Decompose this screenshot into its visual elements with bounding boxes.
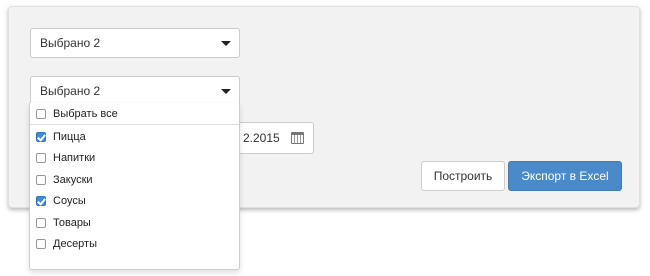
option-checkbox[interactable] <box>36 239 46 249</box>
dropdown-option[interactable]: Десерты <box>30 234 239 254</box>
option-label: Десерты <box>53 238 98 250</box>
chevron-down-icon <box>221 89 231 94</box>
option-label: Закуски <box>53 174 93 186</box>
dropdown-option[interactable]: Пицца <box>30 127 239 147</box>
option-checkbox[interactable] <box>36 196 46 206</box>
category-select-2[interactable]: Выбрано 2 <box>30 76 240 106</box>
option-label: Пицца <box>53 131 86 143</box>
calendar-icon[interactable] <box>291 132 304 144</box>
date-value: 2.2015 <box>243 131 280 145</box>
build-button[interactable]: Построить <box>421 161 505 191</box>
export-excel-button[interactable]: Экспорт в Excel <box>508 161 622 191</box>
option-label: Товары <box>53 217 91 229</box>
date-field[interactable]: 2.2015 <box>231 122 314 154</box>
divider <box>30 124 239 125</box>
dropdown-option[interactable]: Соусы <box>30 191 239 211</box>
category-dropdown-menu: Выбрать все Пицца Напитки Закуски Соусы … <box>29 103 240 270</box>
option-checkbox[interactable] <box>36 153 46 163</box>
category-select-1[interactable]: Выбрано 2 <box>30 28 240 58</box>
option-label: Напитки <box>53 152 96 164</box>
option-label: Выбрать все <box>53 108 118 120</box>
select-value: Выбрано 2 <box>40 36 101 50</box>
option-checkbox[interactable] <box>36 218 46 228</box>
option-label: Соусы <box>53 195 86 207</box>
dropdown-option[interactable]: Закуски <box>30 170 239 190</box>
chevron-down-icon <box>221 41 231 46</box>
select-value: Выбрано 2 <box>40 84 101 98</box>
option-checkbox[interactable] <box>36 175 46 185</box>
select-all-option[interactable]: Выбрать все <box>30 104 239 124</box>
select-all-checkbox[interactable] <box>36 109 46 119</box>
dropdown-option[interactable]: Товары <box>30 213 239 233</box>
dropdown-option[interactable]: Напитки <box>30 148 239 168</box>
option-checkbox[interactable] <box>36 132 46 142</box>
